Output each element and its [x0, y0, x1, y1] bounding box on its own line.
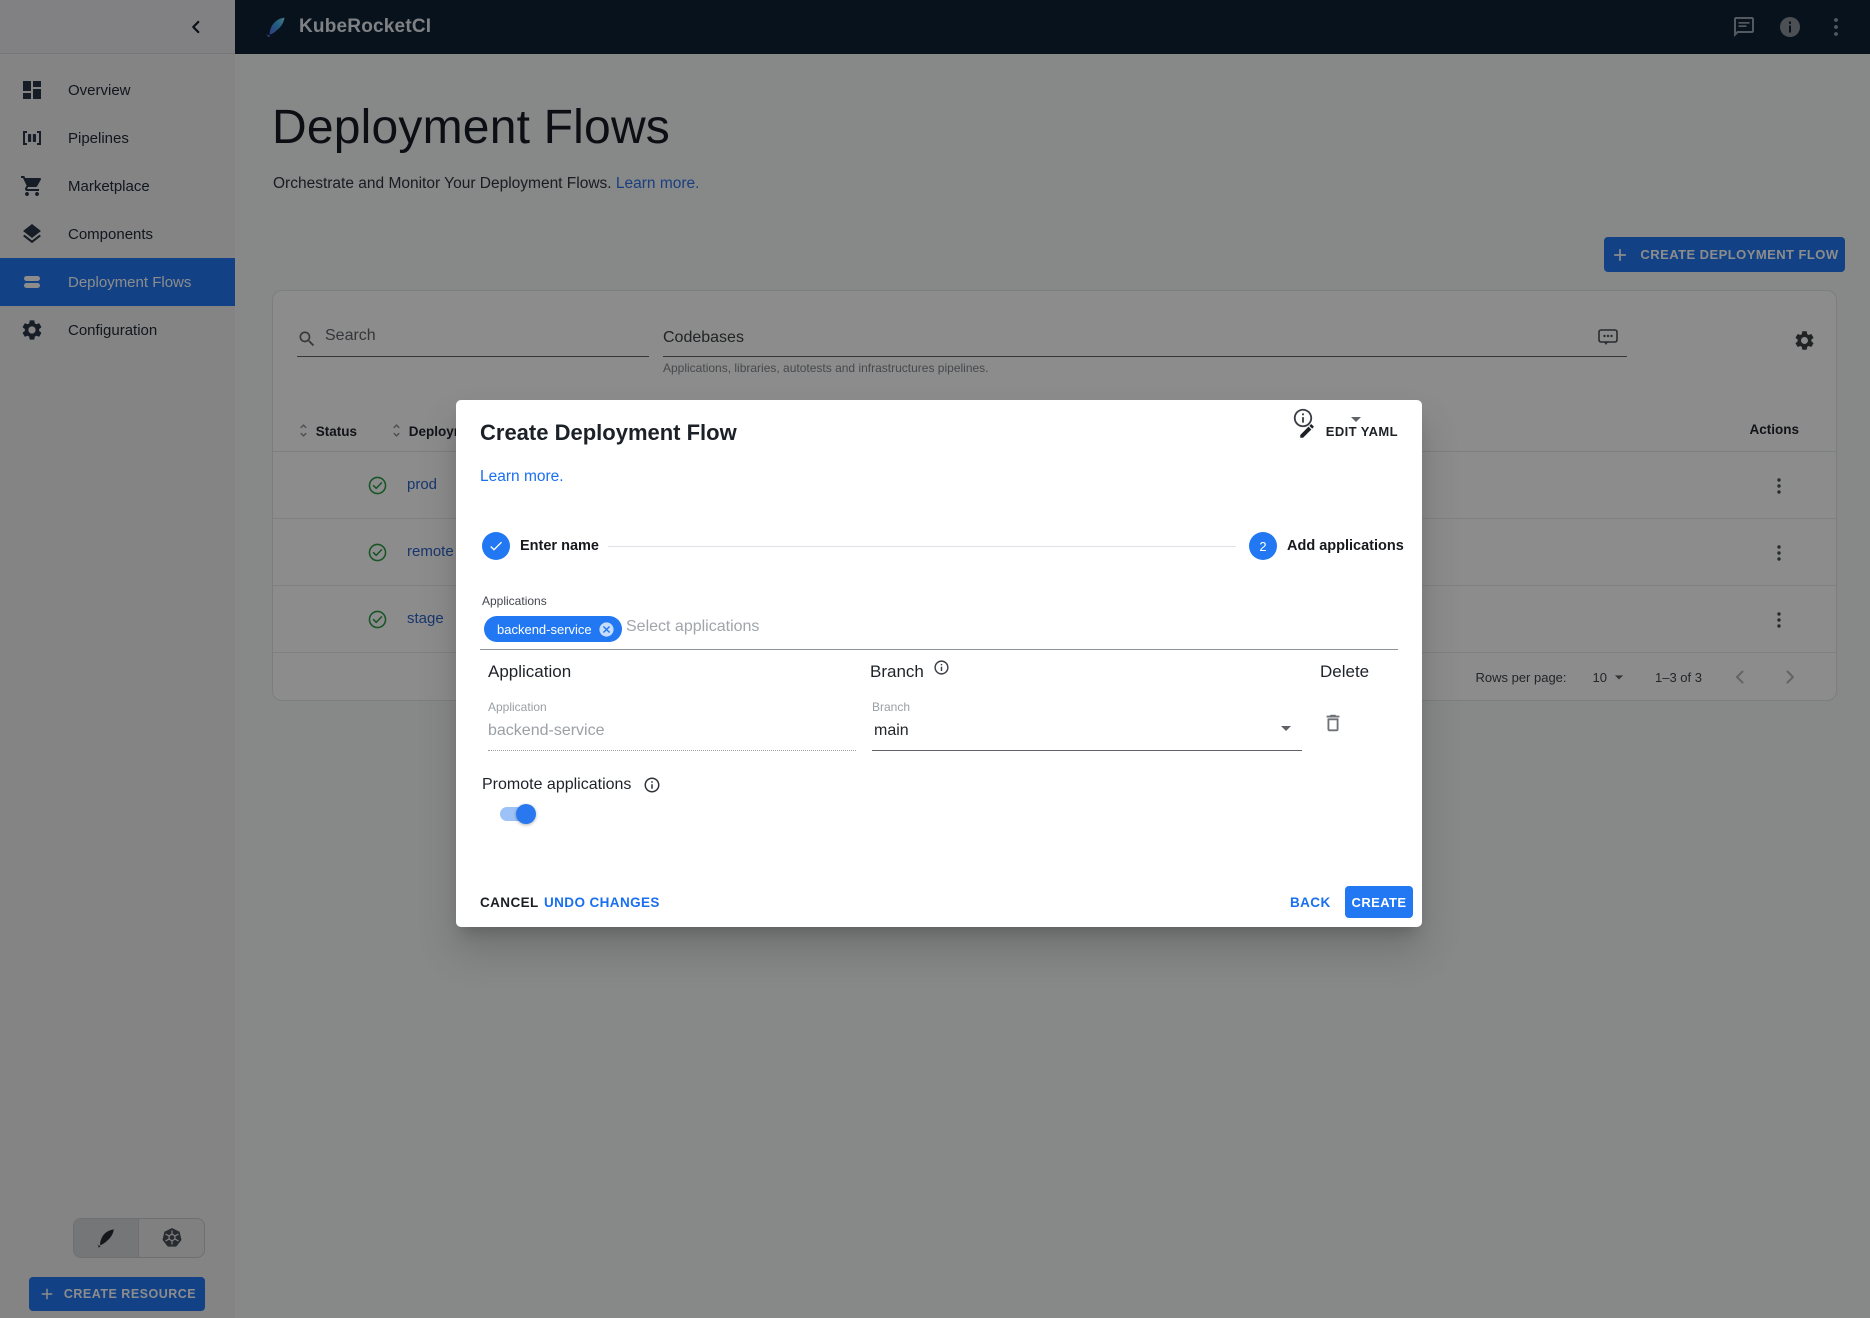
- applications-multiselect[interactable]: backend-service: [480, 612, 1398, 650]
- delete-row-trash-icon[interactable]: [1322, 712, 1344, 734]
- promote-info-icon[interactable]: [643, 776, 661, 794]
- branch-field-underline: [872, 750, 1302, 751]
- undo-changes-button[interactable]: UNDO CHANGES: [536, 886, 668, 918]
- step-label: Add applications: [1287, 538, 1404, 554]
- application-field-label: Application: [488, 700, 547, 714]
- applications-field-label: Applications: [482, 594, 547, 608]
- branch-dropdown-caret-icon[interactable]: [1274, 716, 1298, 740]
- promote-applications-toggle[interactable]: [500, 804, 536, 824]
- branch-info-icon[interactable]: [933, 659, 950, 676]
- toggle-thumb: [516, 804, 536, 824]
- promote-applications-label: Promote applications: [482, 776, 631, 794]
- grid-header-branch: Branch: [870, 662, 950, 682]
- grid-header-delete: Delete: [1320, 662, 1369, 682]
- step-number-circle: 2: [1249, 532, 1277, 560]
- applications-info-icon[interactable]: [1292, 407, 1314, 429]
- dialog-learn-more-link[interactable]: Learn more.: [480, 468, 564, 486]
- branch-field-value[interactable]: main: [874, 722, 909, 740]
- grid-header-branch-label: Branch: [870, 662, 924, 682]
- create-button[interactable]: CREATE: [1345, 886, 1413, 918]
- grid-header-application: Application: [488, 662, 571, 682]
- dialog-title: Create Deployment Flow: [480, 420, 737, 446]
- step-label: Enter name: [520, 538, 599, 554]
- dialog-actions: CANCEL UNDO CHANGES BACK CREATE: [456, 886, 1422, 918]
- promote-applications-row: Promote applications: [482, 776, 661, 794]
- stepper-step-enter-name[interactable]: Enter name: [482, 532, 599, 560]
- stepper-connector: [608, 546, 1236, 547]
- stepper-step-add-applications[interactable]: 2 Add applications: [1249, 532, 1404, 560]
- application-field-value: backend-service: [488, 722, 605, 740]
- back-button[interactable]: BACK: [1282, 886, 1339, 918]
- step-check-circle: [482, 532, 510, 560]
- branch-field-label: Branch: [872, 700, 910, 714]
- applications-dropdown-caret-icon[interactable]: [1344, 407, 1368, 431]
- select-applications-input[interactable]: [626, 618, 1186, 636]
- application-chip[interactable]: backend-service: [484, 616, 622, 642]
- chip-remove-icon[interactable]: [598, 621, 615, 638]
- check-icon: [488, 538, 504, 554]
- application-chip-label: backend-service: [497, 622, 592, 637]
- create-deployment-flow-dialog: Create Deployment Flow EDIT YAML Learn m…: [456, 400, 1422, 927]
- application-field-underline: [488, 750, 856, 751]
